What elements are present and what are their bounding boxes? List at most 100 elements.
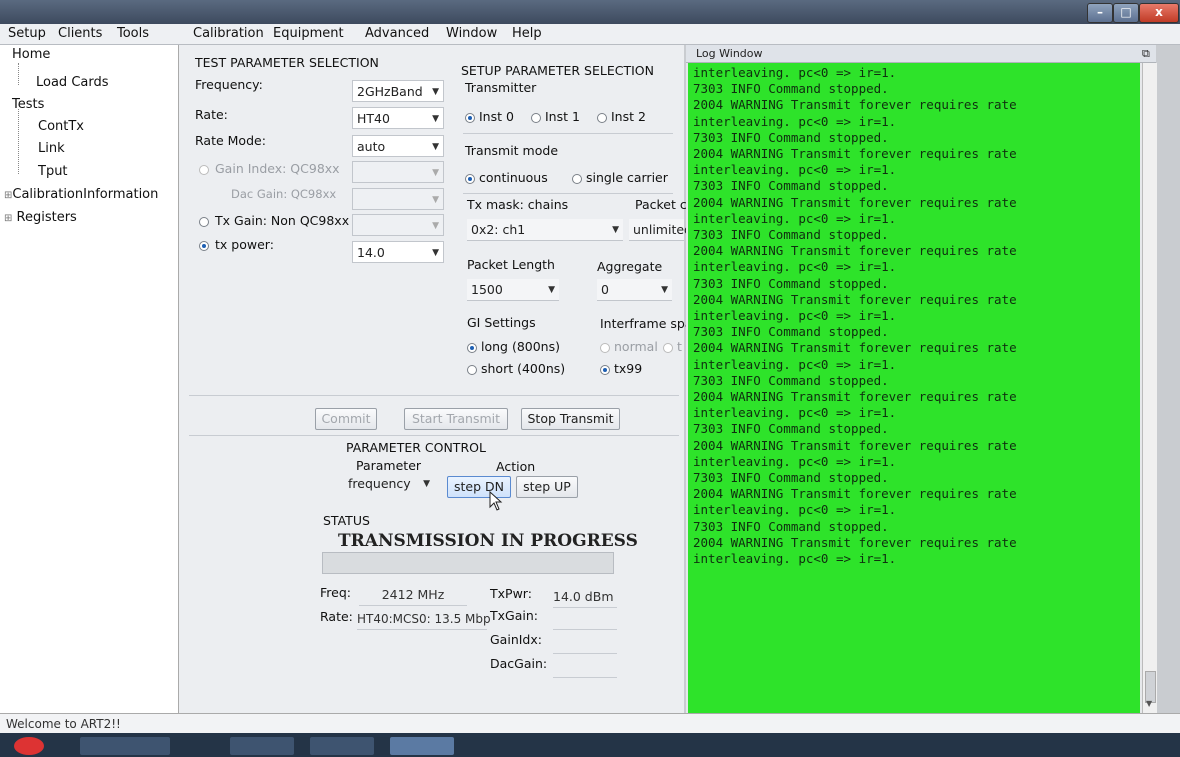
taskbar-app-icon[interactable] <box>14 737 44 755</box>
navigation-tree: Home Load Cards Tests ContTx Link Tput ⊞… <box>0 45 179 713</box>
taskbar-app-icon[interactable] <box>230 737 294 755</box>
menu-bar: Setup Clients Tools Calibration Equipmen… <box>0 24 1180 45</box>
gi-settings-label: GI Settings <box>467 315 536 330</box>
dac-gain-label: Dac Gain: QC98xx <box>231 187 337 201</box>
select-value: HT40 <box>357 111 390 126</box>
gain-index-select[interactable]: ▼ <box>352 161 444 183</box>
aggregate-label: Aggregate <box>597 259 663 274</box>
log-window-title-text: Log Window <box>696 47 763 60</box>
select-value: 0 <box>601 282 609 297</box>
log-text-area[interactable]: interleaving. pc<0 => ir=1. 7303 INFO Co… <box>688 63 1140 713</box>
aggregate-select[interactable]: 0 ▼ <box>597 279 672 301</box>
rate-mode-select[interactable]: auto ▼ <box>352 135 444 157</box>
menu-advanced[interactable]: Advanced <box>365 26 429 41</box>
tree-item-calibration-information[interactable]: ⊞CalibrationInformation <box>4 187 158 202</box>
interframe-t-radio[interactable] <box>663 343 673 353</box>
test-parameter-heading: TEST PARAMETER SELECTION <box>195 55 379 70</box>
taskbar-app-icon[interactable] <box>80 737 170 755</box>
chevron-down-icon: ▼ <box>661 285 668 295</box>
menu-window[interactable]: Window <box>446 26 497 41</box>
divider <box>463 133 673 134</box>
interframe-normal-label: normal <box>614 339 658 354</box>
menu-equipment[interactable]: Equipment <box>273 26 344 41</box>
gain-index-label: Gain Index: QC98xx <box>215 161 340 176</box>
menu-tools[interactable]: Tools <box>117 26 149 41</box>
inst0-radio[interactable] <box>465 113 475 123</box>
stop-transmit-button[interactable]: Stop Transmit <box>521 408 620 430</box>
step-up-button[interactable]: step UP <box>516 476 578 498</box>
tx-gain-radio[interactable] <box>199 217 209 227</box>
chevron-down-icon: ▼ <box>432 221 439 231</box>
taskbar-app-icon[interactable] <box>390 737 454 755</box>
tx-power-radio[interactable] <box>199 241 209 251</box>
tree-item-load-cards[interactable]: Load Cards <box>36 75 109 90</box>
expand-icon[interactable]: ⊞ <box>4 213 12 224</box>
tree-item-registers[interactable]: ⊞ Registers <box>4 210 77 225</box>
single-carrier-label: single carrier <box>586 170 668 185</box>
continuous-radio[interactable] <box>465 174 475 184</box>
status-bar-text: Welcome to ART2!! <box>6 717 121 731</box>
gi-long-label: long (800ns) <box>481 339 560 354</box>
gi-short-radio[interactable] <box>467 365 477 375</box>
packet-count-field[interactable]: unlimited <box>629 219 692 241</box>
restore-icon[interactable]: ⧉ <box>1142 45 1150 62</box>
select-value: 14.0 <box>357 245 385 260</box>
freq-label: Freq: <box>320 585 351 600</box>
dac-gain-select[interactable]: ▼ <box>352 188 444 210</box>
action-label: Action <box>496 459 536 474</box>
chevron-down-icon: ▼ <box>612 225 619 235</box>
single-carrier-radio[interactable] <box>572 174 582 184</box>
tx-power-select[interactable]: 14.0 ▼ <box>352 241 444 263</box>
scroll-down-icon[interactable]: ▼ <box>1146 699 1152 708</box>
minimize-button[interactable]: – <box>1087 3 1113 23</box>
txpwr-label: TxPwr: <box>490 586 532 601</box>
chevron-down-icon: ▼ <box>432 248 439 258</box>
log-scrollbar[interactable]: ▼ <box>1142 63 1157 713</box>
status-bar: Welcome to ART2!! <box>0 713 1180 734</box>
menu-help[interactable]: Help <box>512 26 542 41</box>
tree-item-label: Registers <box>16 210 77 225</box>
transmitter-label: Transmitter <box>465 80 537 95</box>
inst1-label: Inst 1 <box>545 109 580 124</box>
menu-setup[interactable]: Setup <box>8 26 46 41</box>
interframe-tx99-radio[interactable] <box>600 365 610 375</box>
parameter-label: Parameter <box>356 458 422 473</box>
parameter-select[interactable]: frequency ▼ <box>344 473 434 495</box>
tx-gain-label: Tx Gain: Non QC98xx <box>215 213 350 228</box>
dacgain-value <box>553 657 617 678</box>
menu-clients[interactable]: Clients <box>58 26 102 41</box>
taskbar-app-icon[interactable] <box>310 737 374 755</box>
rate-mode-label: Rate Mode: <box>195 133 266 148</box>
tree-item-home[interactable]: Home <box>12 47 50 62</box>
tree-item-link[interactable]: Link <box>38 141 65 156</box>
tree-item-tput[interactable]: Tput <box>38 164 68 179</box>
gi-short-label: short (400ns) <box>481 361 566 376</box>
start-transmit-button[interactable]: Start Transmit <box>404 408 508 430</box>
setup-parameter-heading: SETUP PARAMETER SELECTION <box>461 63 654 78</box>
close-button[interactable]: x <box>1139 3 1179 23</box>
rate-select[interactable]: HT40 ▼ <box>352 107 444 129</box>
inst1-radio[interactable] <box>531 113 541 123</box>
menu-calibration[interactable]: Calibration <box>193 26 264 41</box>
gi-long-radio[interactable] <box>467 343 477 353</box>
inst0-label: Inst 0 <box>479 109 514 124</box>
tree-item-conttx[interactable]: ContTx <box>38 119 84 134</box>
chevron-down-icon: ▼ <box>432 87 439 97</box>
tree-item-label: CalibrationInformation <box>12 187 159 202</box>
commit-button[interactable]: Commit <box>315 408 377 430</box>
maximize-button[interactable]: □ <box>1113 3 1139 23</box>
tx-mask-select[interactable]: 0x2: ch1 ▼ <box>467 219 623 241</box>
interframe-tx99-label: tx99 <box>614 361 643 376</box>
dacgain-label: DacGain: <box>490 656 548 671</box>
interframe-normal-radio[interactable] <box>600 343 610 353</box>
tree-item-tests[interactable]: Tests <box>12 97 44 112</box>
packet-length-select[interactable]: 1500 ▼ <box>467 279 559 301</box>
inst2-radio[interactable] <box>597 113 607 123</box>
rate-value: HT40:MCS0: 13.5 Mbp <box>357 609 491 630</box>
tx-gain-select[interactable]: ▼ <box>352 214 444 236</box>
tree-connector <box>18 109 19 174</box>
log-text: interleaving. pc<0 => ir=1. 7303 INFO Co… <box>693 65 1017 567</box>
gain-index-radio[interactable] <box>199 165 209 175</box>
select-value: 2GHzBand <box>357 84 423 99</box>
frequency-select[interactable]: 2GHzBand ▼ <box>352 80 444 102</box>
